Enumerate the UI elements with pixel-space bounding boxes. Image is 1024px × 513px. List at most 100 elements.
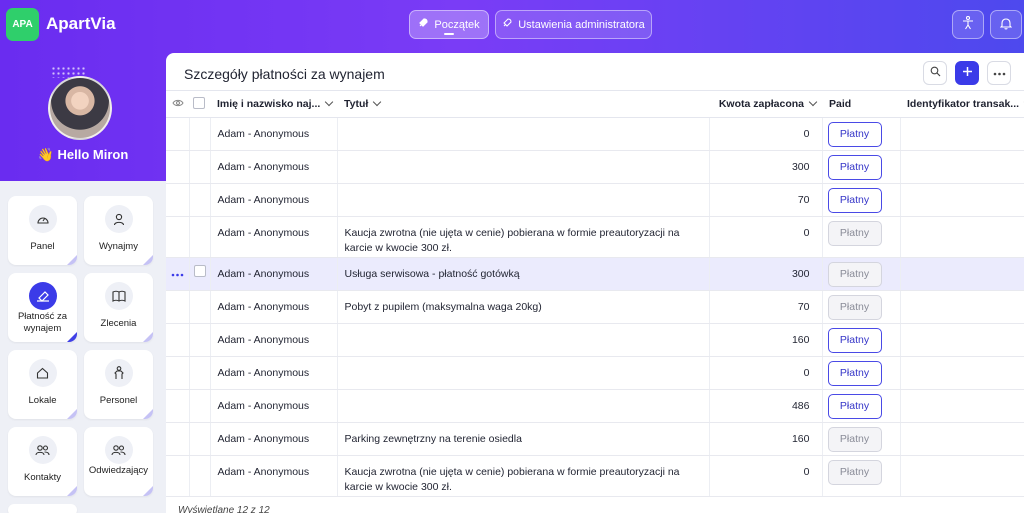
- cell-title: [337, 150, 710, 184]
- column-header-transaction[interactable]: Identyfikator transak...: [900, 90, 1024, 118]
- row-actions-cell[interactable]: [166, 216, 190, 258]
- table-row[interactable]: Adam - Anonymous 0 Płatny: [166, 356, 1024, 390]
- paid-status-button[interactable]: Płatny: [827, 221, 882, 246]
- row-select-cell[interactable]: [189, 356, 211, 390]
- paid-status-button[interactable]: Płatny: [827, 155, 882, 180]
- paid-status-button[interactable]: Płatny: [827, 188, 882, 213]
- row-checkbox[interactable]: [193, 265, 206, 277]
- table-row[interactable]: Adam - Anonymous 486 Płatny: [166, 389, 1024, 423]
- select-all-checkbox[interactable]: [193, 96, 205, 109]
- dashboard-icon: [28, 205, 57, 233]
- row-actions-cell[interactable]: [166, 290, 190, 324]
- row-select-cell[interactable]: [189, 389, 211, 423]
- column-header-amount[interactable]: Kwota zapłacona: [709, 90, 822, 118]
- row-actions-cell[interactable]: [166, 422, 190, 456]
- cell-amount: 160: [709, 422, 823, 456]
- row-select-cell[interactable]: [189, 117, 211, 151]
- profile-header: 👋 Hello Miron: [0, 50, 166, 180]
- row-actions-cell[interactable]: [166, 183, 190, 217]
- cell-title: [337, 117, 710, 151]
- avatar[interactable]: [48, 76, 112, 140]
- row-select-cell[interactable]: [189, 290, 211, 324]
- paid-status-button[interactable]: Płatny: [827, 427, 882, 452]
- row-actions-cell[interactable]: [166, 455, 190, 497]
- table-header: Imię i nazwisko naj... Tytuł Kwota zapła…: [166, 90, 1024, 118]
- nav-admin-button[interactable]: Ustawienia administratora: [495, 10, 652, 39]
- sidebar-item-panel[interactable]: Panel: [8, 196, 77, 265]
- cell-paid: Płatny: [822, 117, 901, 151]
- sidebar-item-label: Wynajmy: [99, 241, 138, 252]
- paid-status-button[interactable]: Płatny: [827, 328, 882, 353]
- add-button[interactable]: [955, 61, 979, 85]
- table-row[interactable]: Adam - Anonymous Kaucja zwrotna (nie ujęt…: [166, 455, 1024, 497]
- row-actions-cell[interactable]: [166, 257, 190, 291]
- row-actions-cell[interactable]: [166, 356, 190, 390]
- cell-transaction: [900, 150, 1024, 184]
- cell-name: Adam - Anonymous: [210, 117, 338, 151]
- table-row[interactable]: Adam - Anonymous Pobyt z pupilem (maksyma…: [166, 290, 1024, 324]
- table-row[interactable]: Adam - Anonymous 300 Płatny: [166, 150, 1024, 184]
- row-actions-icon[interactable]: [171, 268, 184, 280]
- table-row[interactable]: Adam - Anonymous 70 Płatny: [166, 183, 1024, 217]
- search-button[interactable]: [923, 61, 947, 85]
- table-row[interactable]: Adam - Anonymous Kaucja zwrotna (nie ujęt…: [166, 216, 1024, 258]
- sidebar-item-contacts[interactable]: Kontakty: [8, 427, 77, 496]
- cell-transaction: [900, 323, 1024, 357]
- nav-home-button[interactable]: Początek: [409, 10, 489, 39]
- paid-status-button[interactable]: Płatny: [827, 361, 882, 386]
- cell-title: Kaucja zwrotna (nie ujęta w cenie) pobie…: [337, 455, 710, 497]
- cell-amount: 300: [709, 257, 823, 291]
- sidebar-item-visitors[interactable]: Odwiedzający: [84, 427, 153, 496]
- chevron-down-icon: [325, 97, 334, 107]
- table-row[interactable]: Adam - Anonymous Usługa serwisowa - płatn…: [166, 257, 1024, 291]
- row-actions-cell[interactable]: [166, 389, 190, 423]
- accessibility-button[interactable]: [952, 10, 984, 39]
- table-row[interactable]: Adam - Anonymous Parking zewnętrzny na te…: [166, 422, 1024, 456]
- paid-status-button[interactable]: Płatny: [827, 394, 882, 419]
- cell-amount: 0: [709, 356, 823, 390]
- notifications-button[interactable]: [990, 10, 1022, 39]
- paid-status-button[interactable]: Płatny: [827, 122, 882, 147]
- visibility-column[interactable]: [166, 90, 189, 118]
- paid-status-button[interactable]: Płatny: [827, 262, 882, 287]
- paid-status-button[interactable]: Płatny: [827, 460, 882, 485]
- cell-transaction: [900, 117, 1024, 151]
- accessibility-icon: [962, 15, 974, 33]
- sidebar-item-label: Personel: [99, 395, 138, 406]
- cell-amount: 300: [709, 150, 823, 184]
- chevron-down-icon: [808, 97, 818, 107]
- row-select-cell[interactable]: [189, 422, 211, 456]
- column-header-title[interactable]: Tytuł: [337, 90, 709, 118]
- sidebar-item-premises[interactable]: Lokale: [8, 350, 77, 419]
- sidebar-item-rent-payment[interactable]: Płatność za wynajem: [8, 273, 77, 342]
- sidebar-item-orders[interactable]: Zlecenia: [84, 273, 153, 342]
- row-actions-cell[interactable]: [166, 323, 190, 357]
- column-header-name[interactable]: Imię i nazwisko naj...: [210, 90, 337, 118]
- row-select-cell[interactable]: [189, 150, 211, 184]
- book-icon: [104, 282, 133, 310]
- row-select-cell[interactable]: [189, 216, 211, 258]
- row-select-cell[interactable]: [189, 183, 211, 217]
- cell-title: Pobyt z pupilem (maksymalna waga 20kg): [337, 290, 710, 324]
- app-logo[interactable]: APA: [6, 8, 39, 41]
- row-select-cell[interactable]: [189, 323, 211, 357]
- select-all-column[interactable]: [189, 90, 210, 118]
- sidebar-item-staff[interactable]: Personel: [84, 350, 153, 419]
- row-actions-cell[interactable]: [166, 117, 190, 151]
- table-row[interactable]: Adam - Anonymous 0 Płatny: [166, 117, 1024, 151]
- row-select-cell[interactable]: [189, 257, 211, 291]
- cell-paid: Płatny: [822, 323, 901, 357]
- sidebar-item-more[interactable]: [8, 504, 77, 513]
- plus-icon: [962, 66, 973, 80]
- person-icon: [104, 359, 133, 387]
- row-actions-cell[interactable]: [166, 150, 190, 184]
- column-header-paid[interactable]: Paid: [822, 90, 900, 118]
- row-select-cell[interactable]: [189, 455, 211, 497]
- paid-status-button[interactable]: Płatny: [827, 295, 882, 320]
- sidebar-item-rentals[interactable]: Wynajmy: [84, 196, 153, 265]
- table-row[interactable]: Adam - Anonymous 160 Płatny: [166, 323, 1024, 357]
- cell-transaction: [900, 356, 1024, 390]
- cell-transaction: [900, 422, 1024, 456]
- cell-paid: Płatny: [822, 216, 901, 258]
- more-options-button[interactable]: [987, 61, 1011, 85]
